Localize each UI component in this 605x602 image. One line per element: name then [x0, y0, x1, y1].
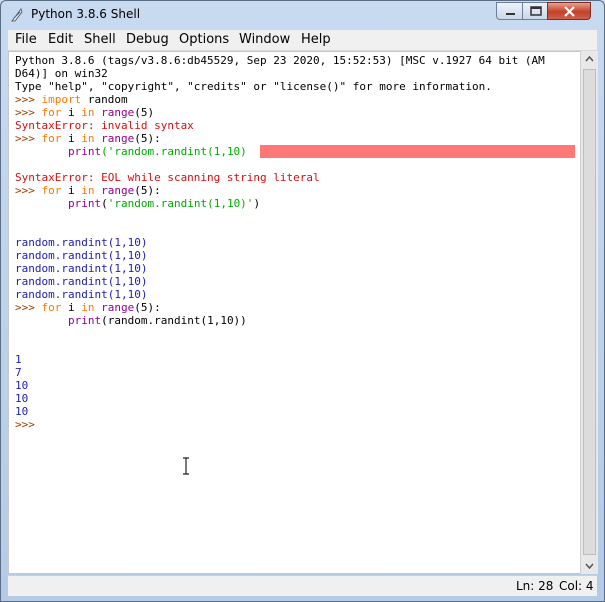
output-number: 10	[15, 405, 29, 418]
code-line-import: >>> import random	[15, 93, 128, 106]
keyword: for	[41, 106, 62, 119]
keyword: in	[81, 184, 95, 197]
menu-window[interactable]: Window	[239, 32, 290, 47]
keyword: import	[41, 93, 82, 106]
error-line-1: SyntaxError: invalid syntax	[15, 119, 194, 132]
title-bar[interactable]: Python 3.8.6 Shell	[1, 1, 604, 29]
code-text: (	[101, 197, 108, 210]
code-text: i	[61, 132, 82, 145]
keyword: for	[41, 184, 62, 197]
output-number: 1	[15, 353, 22, 366]
error-line-2: SyntaxError: EOL while scanning string l…	[15, 171, 320, 184]
prompt: >>>	[15, 93, 42, 106]
menu-file[interactable]: File	[15, 32, 37, 47]
code-text: (5):	[134, 184, 161, 197]
code-line-print-3: print(random.randint(1,10))	[15, 314, 247, 327]
banner-line-2: D64)] on win32	[15, 67, 108, 80]
menu-edit[interactable]: Edit	[48, 32, 73, 47]
code-text: (random.randint(1,10))	[101, 314, 247, 327]
banner-line-3: Type "help", "copyright", "credits" or "…	[15, 80, 492, 93]
code-text: random	[81, 93, 128, 106]
status-bar: Ln: 28 Col: 4	[8, 575, 597, 596]
output-line: random.randint(1,10)	[15, 288, 148, 301]
code-line-print-2: print('random.randint(1,10)')	[15, 197, 260, 210]
prompt: >>>	[15, 301, 42, 314]
output-line: random.randint(1,10)	[15, 275, 148, 288]
code-text: (5):	[134, 301, 161, 314]
prompt: >>>	[15, 132, 42, 145]
prompt: >>>	[15, 106, 42, 119]
code-text: i	[61, 106, 82, 119]
idle-shell-window: Python 3.8.6 Shell File Edit Shell Debug…	[0, 0, 605, 602]
column-number: Col: 4	[559, 579, 594, 593]
minimize-button[interactable]	[496, 2, 523, 20]
prompt: >>>	[15, 184, 42, 197]
close-button[interactable]	[547, 2, 591, 20]
text-cursor-icon	[183, 457, 189, 475]
code-text: i	[61, 184, 82, 197]
string-literal: 'random.randint(1,10)'	[107, 197, 254, 210]
output-number: 10	[15, 379, 29, 392]
string-literal: ('random.randint(1,10)	[101, 145, 247, 158]
menu-bar: File Edit Shell Debug Options Window Hel…	[8, 30, 597, 51]
banner-line-1: Python 3.8.6 (tags/v3.8.6:db45529, Sep 2…	[15, 54, 545, 67]
code-line-for-2: >>> for i in range(5):	[15, 132, 161, 145]
builtin: range	[101, 132, 135, 145]
output-line: random.randint(1,10)	[15, 236, 148, 249]
builtin: range	[101, 301, 135, 314]
maximize-icon	[530, 6, 542, 16]
scroll-thumb[interactable]	[583, 69, 596, 555]
output-number: 7	[15, 366, 22, 379]
final-prompt: >>>	[15, 418, 35, 431]
code-text: (5)	[134, 106, 155, 119]
code-text: i	[61, 301, 82, 314]
close-icon	[564, 6, 575, 17]
builtin: range	[101, 184, 135, 197]
scroll-down-arrow-icon[interactable]	[581, 557, 598, 574]
code-line-for-3: >>> for i in range(5):	[15, 184, 161, 197]
minimize-icon	[506, 13, 515, 15]
menu-debug[interactable]: Debug	[126, 32, 169, 47]
keyword: in	[81, 301, 95, 314]
error-highlight	[260, 145, 575, 158]
code-text: )	[253, 197, 261, 210]
menu-shell[interactable]: Shell	[84, 32, 116, 47]
code-line-for-1: >>> for i in range(5)	[15, 106, 154, 119]
code-line-for-4: >>> for i in range(5):	[15, 301, 161, 314]
code-text: (5):	[134, 132, 161, 145]
maximize-button[interactable]	[522, 2, 548, 20]
keyword: for	[41, 132, 62, 145]
scroll-up-arrow-icon[interactable]	[581, 51, 598, 68]
builtin: range	[101, 106, 135, 119]
python-feather-icon	[11, 8, 23, 22]
output-line: random.randint(1,10)	[15, 249, 148, 262]
keyword: for	[41, 301, 62, 314]
keyword: in	[81, 106, 95, 119]
builtin: print	[67, 314, 102, 327]
code-line-print-1: print('random.randint(1,10)	[15, 145, 247, 158]
menu-help[interactable]: Help	[301, 32, 331, 47]
vertical-scrollbar[interactable]	[580, 51, 598, 574]
builtin: print	[67, 197, 102, 210]
output-number: 10	[15, 392, 29, 405]
window-title: Python 3.8.6 Shell	[31, 7, 141, 21]
menu-options[interactable]: Options	[179, 32, 229, 47]
builtin: print	[67, 145, 102, 158]
line-number: Ln: 28	[516, 579, 554, 593]
keyword: in	[81, 132, 95, 145]
output-line: random.randint(1,10)	[15, 262, 148, 275]
shell-text-area[interactable]: Python 3.8.6 (tags/v3.8.6:db45529, Sep 2…	[8, 51, 581, 574]
